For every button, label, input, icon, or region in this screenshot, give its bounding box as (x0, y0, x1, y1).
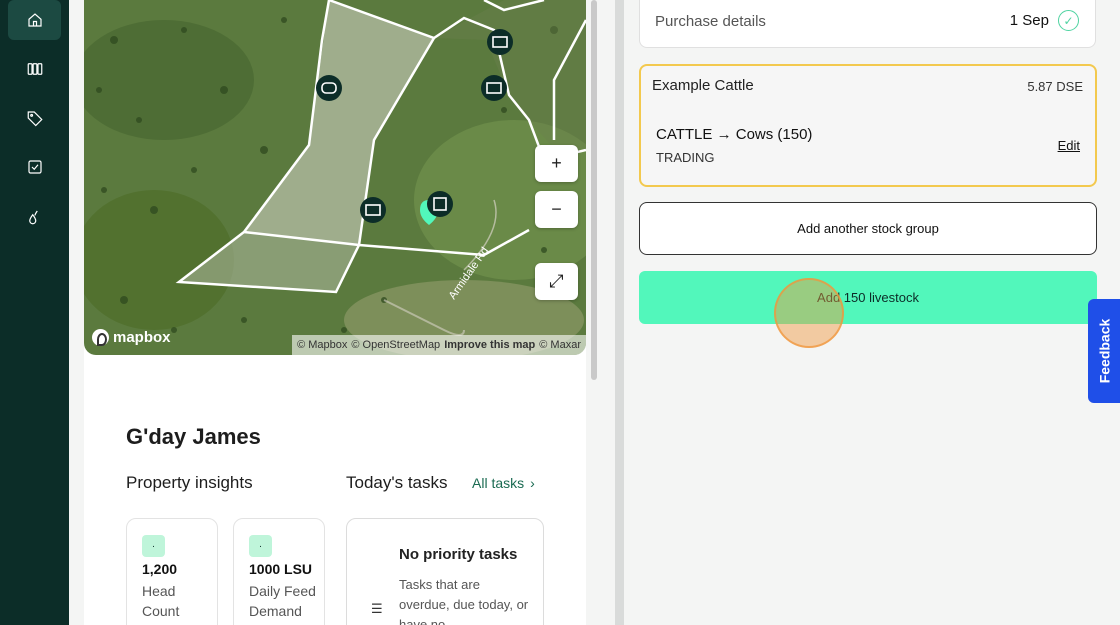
mapbox-logo[interactable]: mapbox (92, 329, 171, 346)
zoom-in-button[interactable]: + (535, 145, 578, 182)
purchase-date: 1 Sep (1009, 12, 1049, 29)
property-insights-title: Property insights (126, 473, 253, 492)
stat-value: 1000 LSU (249, 561, 313, 577)
nav-home[interactable] (8, 0, 61, 40)
all-tasks-link[interactable]: All tasks › (472, 475, 535, 491)
stat-icon: · (249, 535, 272, 557)
stock-group-category: TRADING (656, 150, 715, 165)
purchase-details-label: Purchase details (655, 13, 766, 30)
nav-livestock[interactable] (8, 98, 61, 138)
stock-group-card: Example Cattle 5.87 DSE CATTLE → Cows (1… (639, 64, 1097, 187)
zoom-out-button[interactable]: − (535, 191, 578, 228)
stock-group-name: Example Cattle (652, 77, 754, 94)
feedback-label: Feedback (1096, 318, 1112, 384)
panel-divider[interactable] (615, 0, 624, 625)
mapbox-logo-text: mapbox (113, 329, 171, 346)
improve-map-link[interactable]: Improve this map (444, 339, 535, 351)
map-marker-gate[interactable] (360, 197, 386, 223)
paddocks-icon (27, 63, 42, 75)
nav-tasks[interactable] (8, 147, 61, 187)
map-marker-gate[interactable] (487, 29, 513, 55)
greeting-heading: G'day James (126, 424, 261, 449)
check-circle-icon: ✓ (1058, 10, 1079, 31)
click-indicator (774, 278, 844, 348)
tag-icon (27, 111, 43, 127)
edit-stock-group-link[interactable]: Edit (1058, 138, 1080, 153)
add-livestock-panel: Purchase details 1 Sep ✓ Example Cattle … (624, 0, 1120, 625)
feedback-tab[interactable]: Feedback (1088, 299, 1120, 403)
stat-icon: · (142, 535, 165, 557)
all-tasks-label: All tasks (472, 475, 525, 491)
drops-icon (28, 210, 38, 225)
home-icon (27, 13, 42, 27)
main-column: Armidale Rd + − ⤢ mapbox © Mapbox © Open… (69, 0, 615, 625)
stock-group-dse: 5.87 DSE (1027, 79, 1083, 94)
nav-paddocks[interactable] (8, 49, 61, 89)
stat-label: Daily Feed Demand (249, 583, 316, 619)
no-tasks-text: Tasks that are overdue, due today, or ha… (399, 577, 529, 625)
sidebar (0, 0, 69, 625)
fullscreen-button[interactable]: ⤢ (535, 263, 578, 300)
add-stock-group-button[interactable]: Add another stock group (639, 202, 1097, 255)
feed-demand-card[interactable]: · 1000 LSU Daily Feed Demand (233, 518, 325, 625)
stock-group-type: CATTLE → Cows (150) (656, 126, 813, 143)
main-scrollbar[interactable] (591, 0, 597, 380)
stat-value: 1,200 (142, 561, 178, 577)
property-map[interactable]: Armidale Rd + − ⤢ mapbox © Mapbox © Open… (84, 0, 586, 355)
satellite-map[interactable]: Armidale Rd (84, 0, 586, 355)
mapbox-logo-icon (92, 329, 109, 346)
priority-tasks-card: No priority tasks Tasks that are overdue… (346, 518, 544, 625)
checklist-icon (27, 160, 42, 174)
map-attribution: © Mapbox © OpenStreetMap Improve this ma… (292, 335, 586, 355)
attribution-maxar-link[interactable]: © Maxar (539, 339, 581, 351)
todays-tasks-title: Today's tasks (346, 473, 448, 492)
stat-label: Head Count (142, 583, 180, 619)
map-marker-water[interactable] (316, 75, 342, 101)
attribution-mapbox-link[interactable]: © Mapbox (297, 339, 347, 351)
chevron-right-icon: › (530, 475, 535, 491)
map-marker-gate[interactable] (481, 75, 507, 101)
purchase-details-row[interactable]: Purchase details 1 Sep ✓ (639, 0, 1096, 48)
head-count-card[interactable]: · 1,200 Head Count (126, 518, 218, 625)
dashboard-card: Armidale Rd + − ⤢ mapbox © Mapbox © Open… (84, 0, 586, 625)
attribution-osm-link[interactable]: © OpenStreetMap (351, 339, 440, 351)
checklist-icon: ☰ (371, 601, 383, 616)
add-livestock-button[interactable]: Add 150 livestock (639, 271, 1097, 324)
nav-water[interactable] (8, 197, 61, 237)
no-tasks-title: No priority tasks (399, 546, 518, 563)
